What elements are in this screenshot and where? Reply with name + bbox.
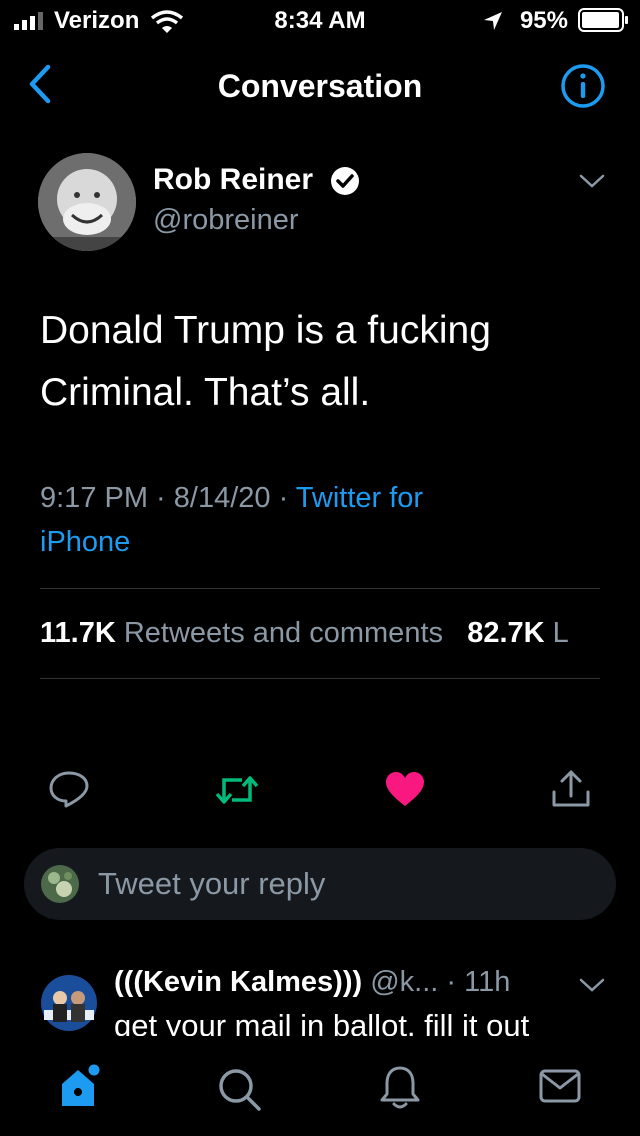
share-icon[interactable] <box>550 768 592 810</box>
status-bar: Verizon 8:34 AM 95% <box>0 0 640 40</box>
tweet-source-link-cont[interactable]: iPhone <box>40 526 130 558</box>
user-avatar <box>41 865 79 903</box>
tweet-text: Donald Trump is a fucking Criminal. That… <box>40 309 491 414</box>
location-arrow-icon <box>484 12 502 30</box>
nav-bar: Conversation <box>0 40 640 128</box>
messages-mail-icon[interactable] <box>538 1068 582 1104</box>
tweet-source-link[interactable]: Twitter for <box>296 482 423 514</box>
tweet-stats: 11.7K Retweets and comments 82.7K L <box>40 617 569 650</box>
tweet-timestamp: 9:17 PM · 8/14/20 · <box>40 482 296 514</box>
battery-icon <box>578 8 628 32</box>
avatar-image <box>38 153 136 251</box>
reply-avatar[interactable] <box>40 974 98 1032</box>
chevron-down-icon[interactable] <box>578 172 606 190</box>
divider <box>40 588 600 589</box>
author-handle[interactable]: @robreiner <box>153 204 299 237</box>
info-icon[interactable] <box>559 62 607 110</box>
verified-badge-icon <box>331 167 359 195</box>
chevron-down-icon[interactable] <box>578 976 606 994</box>
reply-icon[interactable] <box>48 770 90 808</box>
tab-bar <box>0 1036 640 1136</box>
reply-input-placeholder[interactable]: Tweet your reply <box>98 866 325 902</box>
page-title: Conversation <box>217 68 423 104</box>
like-heart-icon[interactable] <box>384 770 426 808</box>
author-avatar[interactable] <box>38 153 136 251</box>
reply-author[interactable]: (((Kevin Kalmes))) @k... · 11h <box>114 966 510 999</box>
notifications-bell-icon[interactable] <box>378 1064 422 1112</box>
home-icon[interactable] <box>56 1062 106 1112</box>
retweets-stat[interactable]: 11.7K Retweets and comments <box>40 617 443 649</box>
likes-stat[interactable]: 82.7K L <box>467 617 569 649</box>
battery-percentage: 95% <box>519 7 568 34</box>
search-icon[interactable] <box>216 1066 264 1114</box>
retweet-icon[interactable] <box>214 772 260 808</box>
tweet-meta: 9:17 PM · 8/14/20 · Twitter for iPhone <box>40 476 600 564</box>
author-name[interactable]: Rob Reiner <box>153 163 313 197</box>
divider <box>40 678 600 679</box>
